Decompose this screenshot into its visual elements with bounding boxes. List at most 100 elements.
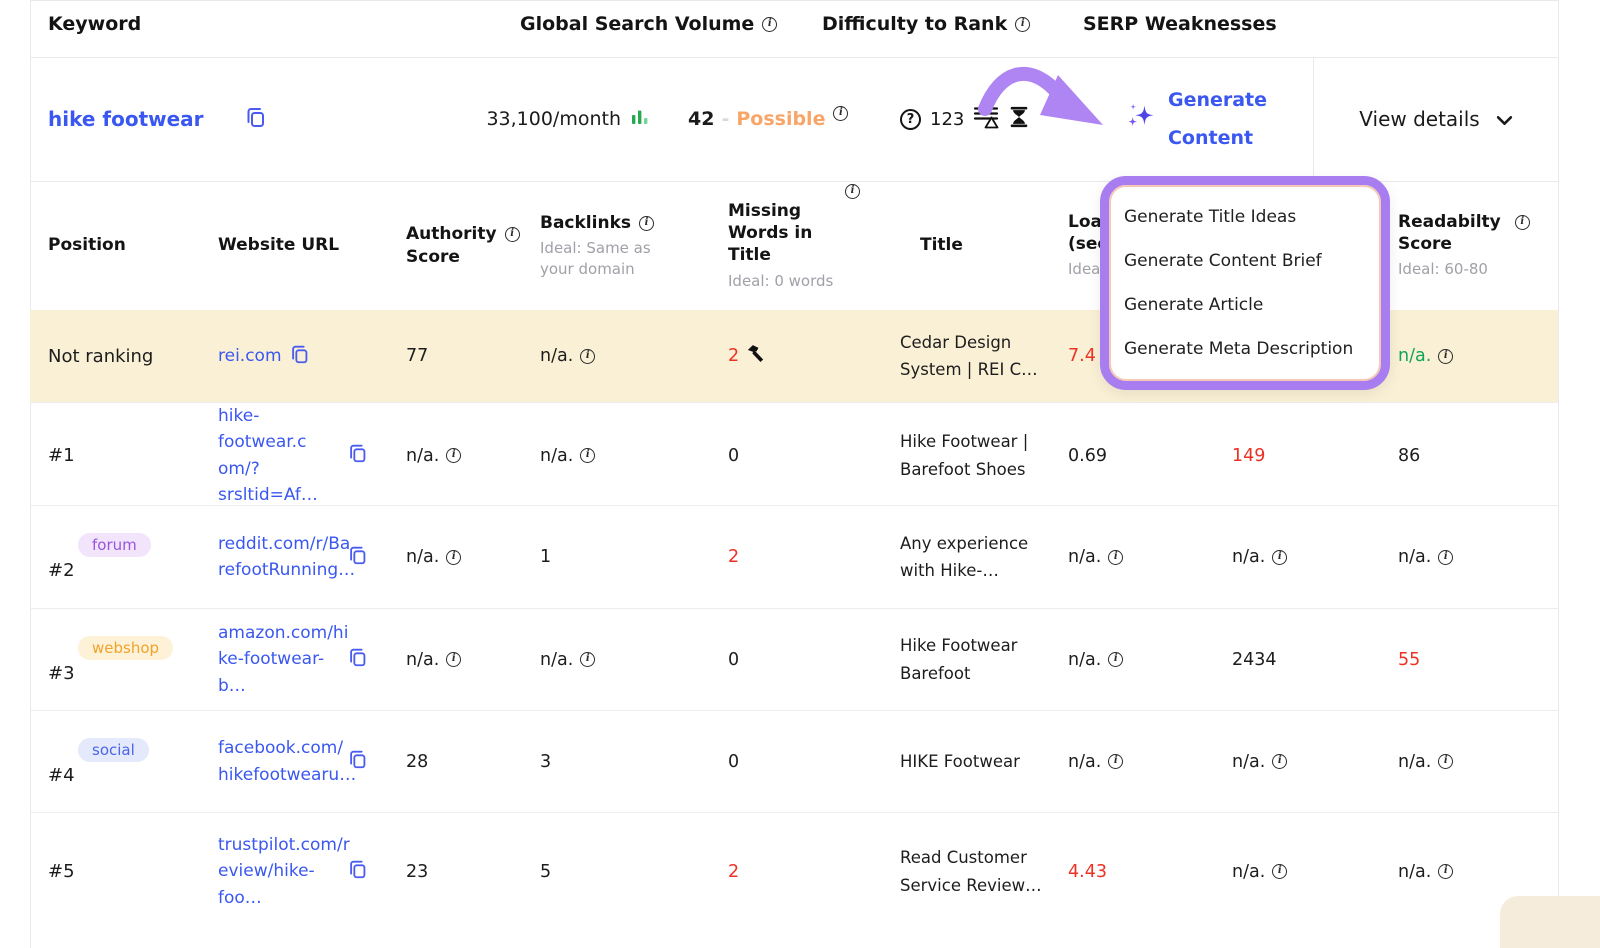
- info-icon[interactable]: [580, 448, 595, 463]
- load-time-value: n/a.: [1068, 752, 1101, 772]
- copy-icon[interactable]: [289, 343, 311, 370]
- serp-weaknesses-header: SERP Weaknesses: [1083, 13, 1277, 35]
- info-icon[interactable]: [1108, 754, 1123, 769]
- info-icon[interactable]: [1108, 550, 1123, 565]
- authority-score-header: Authority Score: [395, 223, 530, 267]
- load-time-value: 7.4: [1068, 346, 1096, 366]
- authority-value: n/a.: [406, 446, 439, 466]
- info-icon[interactable]: [446, 550, 461, 565]
- menu-item-generate-title-ideas[interactable]: Generate Title Ideas: [1124, 195, 1381, 239]
- info-icon[interactable]: [580, 652, 595, 667]
- missing-words-value: 2: [728, 346, 739, 366]
- missing-words-header: Missing Words in Title Ideal: 0 words: [715, 200, 890, 291]
- position-value: Not ranking: [48, 346, 153, 367]
- readability-value: n/a.: [1398, 862, 1431, 882]
- missing-words-value: 0: [728, 650, 739, 670]
- info-icon[interactable]: [446, 652, 461, 667]
- info-icon[interactable]: [1272, 864, 1287, 879]
- missing-words-value: 2: [728, 862, 739, 882]
- missing-words-value: 0: [728, 752, 739, 772]
- copy-icon[interactable]: [347, 646, 369, 673]
- info-icon[interactable]: [1438, 754, 1453, 769]
- info-icon[interactable]: [639, 216, 654, 231]
- page-title: Read CustomerService Review…: [900, 844, 1042, 898]
- question-circle-icon[interactable]: [900, 109, 921, 130]
- info-icon[interactable]: [1438, 550, 1453, 565]
- keyword-column-header: Keyword: [48, 13, 141, 35]
- table-row: social#4 facebook.com/hikefootwearu… 28 …: [30, 710, 1558, 812]
- global-search-volume-header: Global Search Volume: [520, 13, 777, 35]
- info-icon[interactable]: [446, 448, 461, 463]
- table-row: webshop#3 amazon.com/hike-footwear-b… n/…: [30, 608, 1558, 710]
- title-header: Title: [890, 234, 1060, 256]
- info-icon[interactable]: [505, 227, 520, 242]
- website-url-header: Website URL: [200, 234, 395, 256]
- backlinks-value: n/a.: [540, 446, 573, 466]
- generate-content-button[interactable]: GenerateContent: [1080, 57, 1313, 181]
- copy-icon[interactable]: [347, 748, 369, 775]
- website-url-link[interactable]: rei.com: [218, 343, 282, 369]
- position-value: #2: [48, 560, 75, 581]
- backlinks-value: 1: [540, 547, 551, 567]
- website-url-link[interactable]: amazon.com/hike-footwear-b…: [218, 620, 340, 699]
- website-url-link[interactable]: trustpilot.com/review/hike-foo…: [218, 832, 340, 911]
- view-details-button[interactable]: View details: [1313, 57, 1558, 181]
- page-title: Cedar DesignSystem | REI C…: [900, 329, 1038, 383]
- word-count-value: n/a.: [1232, 752, 1265, 772]
- menu-item-generate-content-brief[interactable]: Generate Content Brief: [1124, 239, 1381, 283]
- keyword-link[interactable]: hike footwear: [48, 107, 204, 131]
- website-url-link[interactable]: hike-footwear.com/?srsltid=Af…: [218, 403, 340, 508]
- chevron-down-icon: [1496, 107, 1513, 131]
- page-title: Hike FootwearBarefoot: [900, 632, 1017, 686]
- difficulty-to-rank-header: Difficulty to Rank: [822, 13, 1030, 35]
- info-icon[interactable]: [1438, 864, 1453, 879]
- readability-value: 55: [1398, 650, 1420, 670]
- menu-item-generate-article[interactable]: Generate Article: [1124, 283, 1381, 327]
- website-url-link[interactable]: reddit.com/r/BarefootRunning…: [218, 531, 340, 584]
- info-icon[interactable]: [1272, 550, 1287, 565]
- position-value: #4: [48, 765, 75, 786]
- serp-results-table: Not ranking rei.com 77 n/a. 2 Cedar Desi…: [30, 310, 1558, 930]
- hourglass-icon[interactable]: [1008, 105, 1030, 133]
- load-time-value: n/a.: [1068, 547, 1101, 567]
- load-time-value: 0.69: [1068, 446, 1107, 466]
- info-icon[interactable]: [1515, 215, 1530, 230]
- authority-value: 28: [406, 752, 428, 772]
- table-row: forum#2 reddit.com/r/BarefootRunning… n/…: [30, 505, 1558, 608]
- result-type-badge: webshop: [78, 636, 173, 660]
- copy-icon[interactable]: [347, 442, 369, 469]
- info-icon[interactable]: [833, 106, 848, 121]
- menu-item-generate-meta-description[interactable]: Generate Meta Description: [1124, 327, 1381, 371]
- copy-icon[interactable]: [244, 105, 268, 133]
- generate-content-popup: Generate Title Ideas Generate Content Br…: [1100, 176, 1390, 390]
- top-header-row: Keyword Global Search Volume Difficulty …: [30, 0, 1558, 57]
- right-border: [1558, 0, 1559, 930]
- info-icon[interactable]: [1015, 17, 1030, 32]
- backlinks-header: Backlinks Ideal: Same as your domain: [530, 212, 715, 279]
- info-icon[interactable]: [845, 184, 860, 199]
- info-icon[interactable]: [1438, 349, 1453, 364]
- difficulty-label: Possible: [736, 108, 825, 130]
- info-icon[interactable]: [762, 17, 777, 32]
- text-warning-icon[interactable]: [973, 105, 999, 134]
- backlinks-value: 5: [540, 862, 551, 882]
- chat-widget-corner[interactable]: [1500, 896, 1600, 948]
- info-icon[interactable]: [1272, 754, 1287, 769]
- copy-icon[interactable]: [347, 544, 369, 571]
- result-type-badge: social: [78, 738, 149, 762]
- search-volume-value: 33,100/month: [486, 108, 621, 130]
- website-url-link[interactable]: facebook.com/hikefootwearu…: [218, 735, 340, 788]
- readability-value: n/a.: [1398, 346, 1431, 366]
- authority-value: 23: [406, 862, 428, 882]
- page-title: Any experiencewith Hike-…: [900, 530, 1028, 584]
- missing-words-value: 2: [728, 547, 739, 567]
- info-icon[interactable]: [580, 349, 595, 364]
- bar-chart-icon: [630, 107, 650, 132]
- hammer-icon[interactable]: [746, 344, 766, 369]
- table-row: #5 trustpilot.com/review/hike-foo… 23 5 …: [30, 812, 1558, 930]
- result-type-badge: forum: [78, 533, 151, 557]
- backlinks-value: n/a.: [540, 346, 573, 366]
- copy-icon[interactable]: [347, 858, 369, 885]
- word-count-value: 149: [1232, 446, 1265, 466]
- info-icon[interactable]: [1108, 652, 1123, 667]
